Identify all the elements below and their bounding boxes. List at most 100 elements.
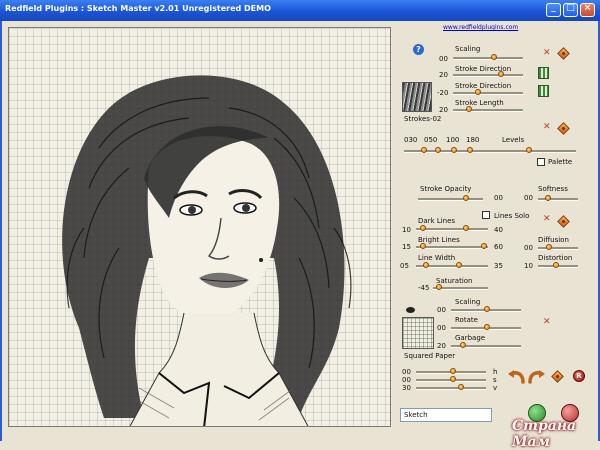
saturation-hsv-letter: s bbox=[493, 376, 497, 384]
diffusion-slider-track[interactable] bbox=[538, 247, 578, 250]
softness-slider-knob[interactable] bbox=[545, 195, 551, 201]
paper-texture-thumbnail[interactable] bbox=[402, 317, 434, 349]
distortion-label: Distortion bbox=[538, 254, 573, 262]
direction-pattern-1-icon[interactable] bbox=[538, 67, 549, 79]
scaling-slider-track[interactable] bbox=[453, 57, 523, 60]
value-hsv-value: 30 bbox=[402, 384, 411, 392]
hue-slider-knob[interactable] bbox=[450, 368, 456, 374]
levels-knob-3[interactable] bbox=[451, 147, 457, 153]
rotate-value: 00 bbox=[437, 324, 446, 332]
levels-knob-4[interactable] bbox=[467, 147, 473, 153]
paper-visibility-icon[interactable] bbox=[406, 307, 415, 313]
levels-knob-1[interactable] bbox=[421, 147, 427, 153]
diffusion-slider-knob[interactable] bbox=[546, 244, 552, 250]
stroke-direction-1-slider-knob[interactable] bbox=[498, 71, 504, 77]
website-link[interactable]: www.redfieldplugins.com bbox=[443, 24, 518, 31]
title-bar: Redfield Plugins : Sketch Master v2.01 U… bbox=[0, 0, 600, 21]
bright-lines-knob-max[interactable] bbox=[481, 243, 487, 249]
undo-icon[interactable] bbox=[506, 368, 526, 384]
random-levels-icon[interactable] bbox=[557, 122, 570, 135]
palette-label: Palette bbox=[548, 158, 573, 166]
levels-knob-5[interactable] bbox=[526, 147, 532, 153]
levels-value-1: 030 bbox=[404, 136, 418, 144]
stroke-preview-thumbnail[interactable] bbox=[402, 82, 432, 112]
dark-lines-slider-track[interactable] bbox=[416, 228, 488, 231]
dark-lines-knob-max[interactable] bbox=[463, 225, 469, 231]
stroke-direction-2-slider-knob[interactable] bbox=[475, 89, 481, 95]
value-hsv-slider-track[interactable] bbox=[416, 387, 486, 390]
redo-icon[interactable] bbox=[527, 368, 547, 384]
close-button[interactable]: × bbox=[580, 3, 595, 17]
stroke-length-slider-track[interactable] bbox=[453, 109, 523, 112]
bright-lines-max: 60 bbox=[494, 243, 503, 251]
stroke-length-slider-knob[interactable] bbox=[466, 106, 472, 112]
softness-slider-track[interactable] bbox=[538, 198, 578, 201]
paper-name: Squared Paper bbox=[404, 352, 456, 360]
scaling-value: 00 bbox=[439, 55, 448, 63]
reset-levels-icon[interactable]: ✕ bbox=[543, 123, 551, 132]
line-width-min: 05 bbox=[400, 262, 409, 270]
help-button[interactable]: ? bbox=[413, 44, 424, 55]
distortion-slider-knob[interactable] bbox=[553, 262, 559, 268]
line-width-knob-max[interactable] bbox=[456, 262, 462, 268]
rotate-slider-knob[interactable] bbox=[484, 324, 490, 330]
line-width-knob-min[interactable] bbox=[423, 262, 429, 268]
stroke-direction-2-slider-track[interactable] bbox=[453, 92, 523, 95]
window-frame-left bbox=[0, 21, 2, 441]
preset-field-value: Sketch bbox=[404, 411, 428, 419]
dark-lines-knob-min[interactable] bbox=[420, 225, 426, 231]
stroke-length-value: 20 bbox=[439, 106, 448, 114]
dark-lines-min: 10 bbox=[402, 226, 411, 234]
paper-scaling-slider-knob[interactable] bbox=[484, 306, 490, 312]
preview-canvas[interactable] bbox=[8, 27, 391, 427]
diffusion-label: Diffusion bbox=[538, 236, 569, 244]
value-hsv-letter: v bbox=[493, 384, 498, 392]
levels-value-4: 180 bbox=[466, 136, 480, 144]
value-hsv-slider-knob[interactable] bbox=[458, 384, 464, 390]
reset-strokes-icon[interactable]: ✕ bbox=[543, 49, 551, 58]
dark-lines-max: 40 bbox=[494, 226, 503, 234]
sketch-portrait-image bbox=[62, 75, 352, 426]
saturation-label: Saturation bbox=[436, 277, 473, 285]
garbage-value: 20 bbox=[437, 342, 446, 350]
help-icon: ? bbox=[416, 45, 421, 54]
close-icon: × bbox=[583, 3, 592, 13]
levels-value-2: 050 bbox=[424, 136, 438, 144]
levels-slider-track[interactable] bbox=[404, 150, 576, 153]
diffusion-value: 00 bbox=[524, 244, 533, 252]
random-all-icon[interactable] bbox=[551, 370, 564, 383]
palette-checkbox[interactable] bbox=[537, 158, 545, 166]
minimize-button[interactable]: _ bbox=[546, 3, 561, 17]
bright-lines-knob-min[interactable] bbox=[420, 243, 426, 249]
reset-all-icon: R bbox=[576, 372, 582, 380]
stroke-opacity-slider-track[interactable] bbox=[418, 198, 483, 201]
levels-value-3: 100 bbox=[446, 136, 460, 144]
random-strokes-icon[interactable] bbox=[557, 47, 570, 60]
saturation-hsv-slider-knob[interactable] bbox=[450, 376, 456, 382]
random-lines-icon[interactable] bbox=[557, 215, 570, 228]
line-width-label: Line Width bbox=[418, 254, 456, 262]
bright-lines-slider-track[interactable] bbox=[416, 246, 488, 249]
stroke-preset-name: Strokes-02 bbox=[404, 115, 442, 123]
lines-solo-checkbox[interactable] bbox=[482, 211, 490, 219]
reset-all-button[interactable]: R bbox=[573, 370, 585, 382]
stroke-opacity-slider-knob[interactable] bbox=[463, 195, 469, 201]
reset-paper-icon[interactable]: ✕ bbox=[543, 318, 551, 327]
levels-knob-2[interactable] bbox=[435, 147, 441, 153]
lines-solo-label: Lines Solo bbox=[494, 212, 530, 220]
preset-field[interactable]: Sketch bbox=[400, 408, 492, 422]
stroke-direction-1-value: 20 bbox=[439, 71, 448, 79]
garbage-slider-knob[interactable] bbox=[460, 342, 466, 348]
line-width-max: 35 bbox=[494, 262, 503, 270]
scaling-slider-knob[interactable] bbox=[491, 54, 497, 60]
minimize-icon: _ bbox=[551, 3, 556, 13]
paper-scaling-label: Scaling bbox=[455, 298, 481, 306]
reset-lines-icon[interactable]: ✕ bbox=[543, 215, 551, 224]
site-watermark: Страна Мам bbox=[512, 418, 577, 450]
stroke-direction-1-slider-track[interactable] bbox=[453, 74, 523, 77]
direction-pattern-2-icon[interactable] bbox=[538, 85, 549, 97]
stroke-direction-2-label: Stroke Direction bbox=[455, 82, 512, 90]
saturation-slider-knob[interactable] bbox=[436, 284, 442, 290]
maximize-icon: □ bbox=[566, 3, 575, 13]
maximize-button[interactable]: □ bbox=[563, 3, 578, 17]
